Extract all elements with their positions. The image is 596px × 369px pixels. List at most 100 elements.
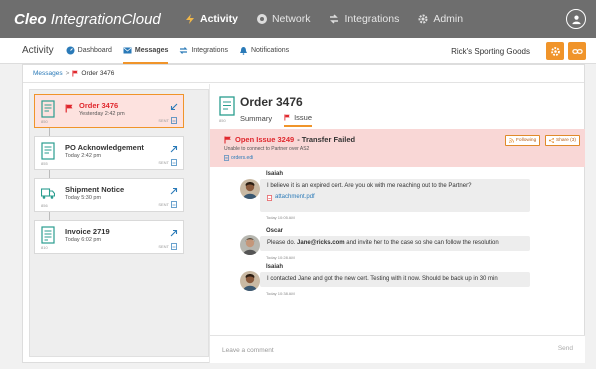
message-author: Oscar — [266, 228, 284, 234]
arrow-up-right-icon — [170, 140, 178, 153]
sent-status: SENT — [158, 117, 177, 124]
send-button[interactable]: Send — [558, 345, 573, 352]
message-bubble: Please do. Jane@ricks.com and invite her… — [260, 236, 530, 251]
message-text: and invite her to the case so she can fo… — [344, 240, 499, 246]
nav-label: Network — [271, 13, 311, 25]
user-menu-button[interactable] — [566, 9, 586, 29]
flow-connector — [49, 170, 50, 178]
breadcrumb-messages-link[interactable]: Messages — [33, 70, 63, 77]
dashboard-icon — [66, 46, 75, 55]
nav-label: Integrations — [344, 13, 400, 25]
document-item-order[interactable]: 850 Order 3476 Yesterday 2:42 pm SENT — [34, 94, 184, 128]
attachment-name: attachment.pdf — [275, 194, 315, 201]
subnav-label: Integrations — [191, 47, 228, 54]
subnav-label: Dashboard — [77, 47, 112, 54]
subnav-item-integrations[interactable]: Integrations — [179, 38, 228, 64]
subnav-label: Messages — [134, 47, 169, 54]
document-type-tag: 850 — [219, 118, 226, 123]
flow-connector — [49, 128, 50, 136]
sent-label: SENT — [158, 118, 169, 123]
brand-name-bold: Cleo — [14, 10, 47, 28]
document-item-shipment[interactable]: 856 Shipment Notice Today 5:30 pm SENT — [34, 178, 184, 212]
flag-icon — [65, 100, 74, 113]
main-nav: Activity Network Integrations Admin — [184, 13, 481, 25]
breadcrumb-current-label: Order 3476 — [81, 70, 115, 77]
issue-id: Open Issue 3249 — [235, 135, 295, 144]
issue-title: Open Issue 3249 - Transfer Failed — [224, 135, 355, 144]
document-title: Invoice 2719 — [65, 227, 110, 236]
document-icon — [41, 142, 55, 160]
tab-summary[interactable]: Summary — [240, 113, 272, 127]
document-time: Today 2:42 pm — [65, 153, 102, 159]
arrow-down-left-icon — [170, 98, 178, 111]
message-time: Today 10:28 AM — [266, 255, 295, 260]
message-text: Please do. — [267, 240, 298, 246]
document-title: PO Acknowledgement — [65, 143, 144, 152]
document-icon — [41, 100, 55, 118]
top-navigation-bar: Cleo IntegrationCloud Activity Network I… — [0, 0, 596, 38]
message-bubble: I contacted Jane and got the new cert. T… — [260, 272, 530, 287]
message-time: Today 10:05 AM — [266, 215, 295, 220]
flag-icon — [224, 136, 231, 143]
brand-name-rest: IntegrationCloud — [50, 10, 161, 28]
sent-label: SENT — [158, 160, 169, 165]
document-title: Order 3476 — [79, 101, 119, 110]
tab-label: Summary — [240, 114, 273, 123]
subnav-item-messages[interactable]: Messages — [122, 38, 169, 64]
sent-label: SENT — [158, 244, 169, 249]
document-item-invoice[interactable]: 810 Invoice 2719 Today 6:02 pm SENT — [34, 220, 184, 254]
settings-button[interactable] — [546, 42, 564, 60]
issue-file-link[interactable]: orders.edi — [224, 155, 253, 161]
sub-navigation-bar: Activity Dashboard Messages Integrations… — [0, 38, 596, 64]
flag-icon — [72, 70, 79, 77]
share-label: Share (3) — [556, 138, 576, 143]
conversation-thread: Isaiah I believe it is an expired cert. … — [210, 167, 585, 329]
integrations-icon — [328, 13, 340, 25]
issue-description: Unable to connect to Partner over AS2 — [224, 146, 310, 152]
following-label: Following — [516, 138, 537, 143]
sent-status: SENT — [158, 159, 177, 166]
document-type-tag: 856 — [41, 203, 48, 208]
pdf-icon — [267, 194, 272, 201]
nav-item-network[interactable]: Network — [256, 13, 311, 25]
nav-item-integrations[interactable]: Integrations — [328, 13, 399, 25]
message-email: Jane@ricks.com — [297, 240, 345, 246]
comment-input[interactable] — [222, 342, 522, 358]
brand-logo[interactable]: Cleo IntegrationCloud — [14, 11, 184, 28]
following-button[interactable]: Following — [505, 135, 541, 146]
document-item-po-ack[interactable]: 855 PO Acknowledgement Today 2:42 pm SEN… — [34, 136, 184, 170]
document-time: Today 5:30 pm — [65, 195, 102, 201]
content-card: Messages > Order 3476 850 Order 3476 Yes… — [22, 64, 585, 363]
share-button[interactable]: Share (3) — [545, 135, 580, 146]
file-icon — [171, 159, 177, 166]
breadcrumb-current: Order 3476 — [72, 70, 114, 77]
file-name: orders.edi — [231, 155, 254, 161]
document-time: Yesterday 2:42 pm — [79, 111, 125, 117]
share-icon — [549, 138, 554, 143]
nav-item-admin[interactable]: Admin — [417, 13, 463, 25]
attachment-link[interactable]: attachment.pdf — [267, 194, 523, 201]
document-type-tag: 810 — [41, 245, 48, 250]
account-name[interactable]: Rick's Sporting Goods — [451, 47, 530, 56]
link-button[interactable] — [568, 42, 586, 60]
file-icon — [171, 243, 177, 250]
arrow-up-right-icon — [170, 182, 178, 195]
nav-item-activity[interactable]: Activity — [184, 13, 238, 25]
page-title: Order 3476 — [240, 95, 303, 109]
subnav-item-notifications[interactable]: Notifications — [239, 38, 289, 64]
tab-issue[interactable]: Issue — [284, 113, 313, 127]
subnav-label: Notifications — [250, 47, 290, 54]
message-time: Today 10:38 AM — [266, 291, 295, 296]
issue-title-text: - Transfer Failed — [297, 135, 356, 144]
nav-label: Admin — [433, 13, 464, 25]
breadcrumb-separator: > — [65, 70, 70, 77]
subnav-item-dashboard[interactable]: Dashboard — [66, 38, 112, 64]
document-type-tag: 855 — [41, 161, 48, 166]
gear-icon — [550, 46, 560, 56]
nav-label: Activity — [200, 13, 238, 25]
file-icon — [171, 201, 177, 208]
message-text: I believe it is an expired cert. Are you… — [267, 183, 472, 189]
sent-status: SENT — [158, 201, 177, 208]
document-time: Today 6:02 pm — [65, 237, 102, 243]
file-icon — [224, 155, 229, 161]
